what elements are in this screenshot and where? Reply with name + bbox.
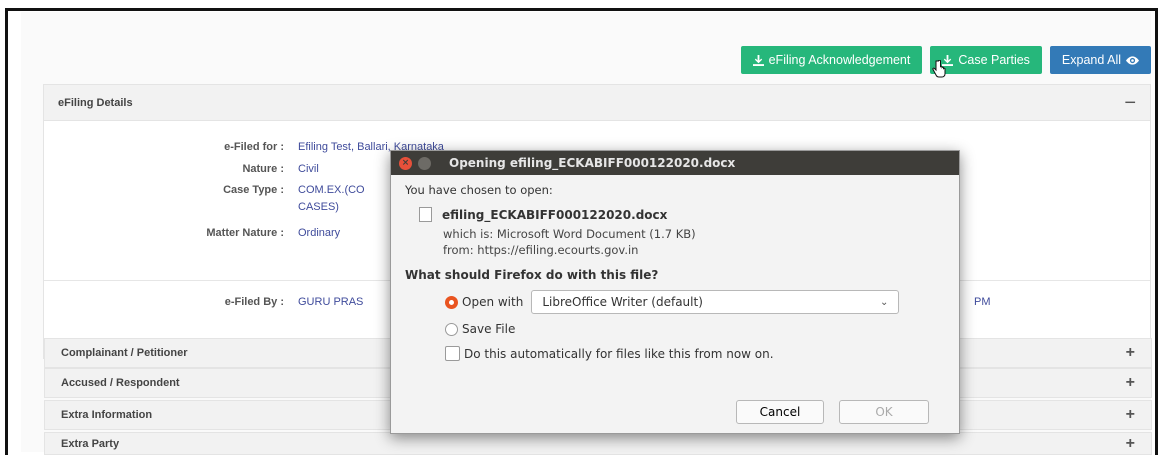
open-with-app-value: LibreOffice Writer (default) [542, 295, 703, 309]
expand-all-label: Expand All [1061, 53, 1121, 67]
filed-for-label: e-Filed for : [224, 141, 284, 153]
minimize-window-icon[interactable] [418, 156, 431, 170]
accordion-title: Extra Party [61, 437, 120, 450]
case-parties-button[interactable]: Case Parties [930, 46, 1042, 74]
open-with-radio[interactable] [445, 295, 458, 309]
open-with-option[interactable]: Open with LibreOffice Writer (default) ⌄ [445, 290, 945, 314]
accordion-title: Complainant / Petitioner [61, 347, 188, 359]
download-icon [752, 54, 764, 66]
expand-plus-icon[interactable]: + [1126, 374, 1135, 392]
auto-action-label: Do this automatically for files like thi… [464, 346, 774, 361]
save-file-label: Save File [462, 322, 516, 336]
save-file-radio[interactable] [445, 322, 458, 336]
chevron-down-icon: ⌄ [879, 296, 889, 308]
file-type-info: which is: Microsoft Word Document (1.7 K… [443, 227, 696, 241]
matter-nature-label: Matter Nature : [206, 227, 284, 239]
efiling-acknowledgement-button[interactable]: eFiling Acknowledgement [740, 46, 923, 74]
expand-all-button[interactable]: Expand All [1049, 46, 1151, 74]
auto-action-option[interactable]: Do this automatically for files like thi… [445, 346, 945, 361]
dialog-question: What should Firefox do with this file? [405, 268, 659, 282]
case-type-label: Case Type : [223, 184, 284, 196]
filed-by-label: e-Filed By : [224, 296, 284, 308]
efiling-acknowledgement-label: eFiling Acknowledgement [768, 53, 911, 67]
auto-action-checkbox[interactable] [445, 346, 460, 361]
file-source-info: from: https://efiling.ecourts.gov.in [443, 243, 639, 257]
dialog-titlebar[interactable]: × Opening efiling_ECKABIFF000122020.docx [391, 151, 959, 175]
efiling-details-title: eFiling Details [58, 96, 133, 109]
expand-plus-icon[interactable]: + [1126, 406, 1135, 424]
open-with-app-select[interactable]: LibreOffice Writer (default) ⌄ [531, 290, 900, 314]
expand-plus-icon[interactable]: + [1126, 344, 1135, 362]
case-parties-label: Case Parties [958, 53, 1030, 67]
open-with-label: Open with [462, 295, 524, 309]
matter-nature-value: Ordinary [298, 227, 341, 239]
document-icon [419, 207, 432, 222]
ok-button[interactable]: OK [839, 400, 929, 424]
hand-cursor-icon [932, 60, 946, 78]
filed-time-fragment: PM [974, 296, 991, 308]
cancel-button[interactable]: Cancel [736, 400, 824, 424]
eye-icon [1126, 55, 1139, 65]
case-type-value: COM.EX.(CO [298, 184, 365, 196]
accordion-extra-party[interactable]: Extra Party + [44, 432, 1152, 455]
nature-label: Nature : [242, 163, 284, 175]
efiling-details-header[interactable]: eFiling Details − [44, 85, 1150, 121]
nature-value: Civil [298, 163, 319, 175]
filed-by-value: GURU PRAS [298, 296, 364, 308]
collapse-icon[interactable]: − [1124, 93, 1136, 113]
case-type-value-line2: CASES) [298, 201, 339, 213]
file-line: efiling_ECKABIFF000122020.docx [419, 207, 945, 222]
expand-plus-icon[interactable]: + [1126, 435, 1135, 453]
dialog-title: Opening efiling_ECKABIFF000122020.docx [449, 156, 736, 170]
file-open-dialog: × Opening efiling_ECKABIFF000122020.docx… [390, 150, 960, 434]
close-window-icon[interactable]: × [399, 156, 412, 170]
save-file-option[interactable]: Save File [445, 322, 945, 336]
accordion-title: Accused / Respondent [61, 377, 180, 389]
dialog-intro: You have chosen to open: [405, 183, 553, 197]
file-name: efiling_ECKABIFF000122020.docx [442, 207, 668, 222]
file-info: which is: Microsoft Word Document (1.7 K… [443, 226, 945, 258]
dialog-body: You have chosen to open: efiling_ECKABIF… [391, 175, 959, 369]
accordion-title: Extra Information [61, 409, 153, 421]
